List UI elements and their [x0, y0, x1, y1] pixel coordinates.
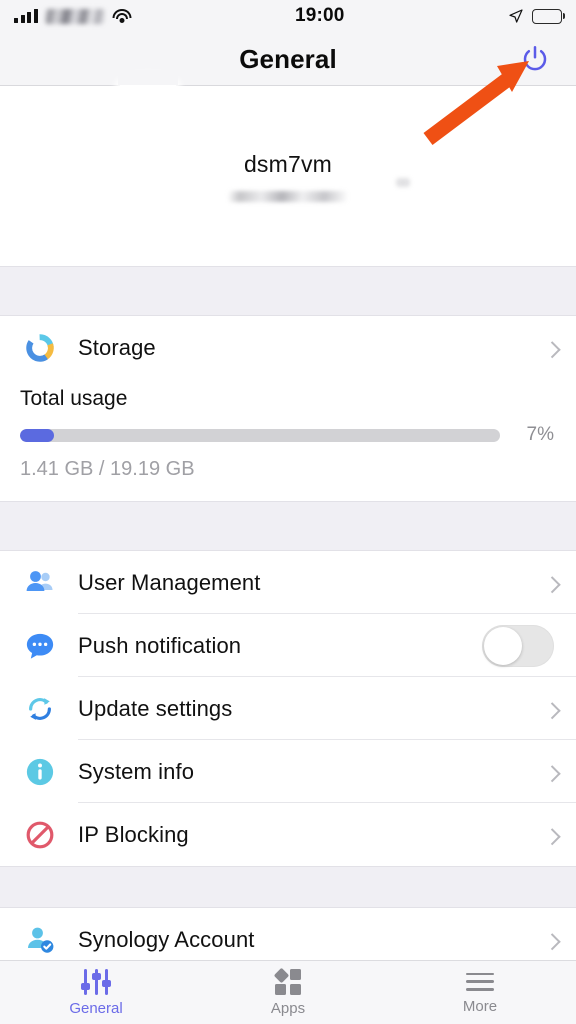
storage-label: Storage [78, 334, 156, 360]
donut-chart-icon [26, 333, 54, 362]
storage-donut-icon [20, 333, 60, 363]
usage-progress-fill [20, 428, 54, 442]
refresh-icon [20, 694, 60, 724]
info-circle-icon [26, 758, 54, 785]
list-item[interactable]: Push notification [0, 614, 576, 677]
section-gap-3 [0, 866, 576, 908]
list-item-label: Synology Account [78, 926, 255, 952]
location-arrow-icon [509, 9, 523, 23]
list-item-label: Update settings [78, 695, 233, 721]
tab-more[interactable]: More [384, 971, 576, 1015]
verified-user-icon [28, 927, 54, 953]
total-usage-label: Total usage [20, 387, 128, 410]
status-bar: 19:00 [0, 0, 576, 32]
chevron-right-icon [543, 764, 561, 782]
list-item[interactable]: User Management [0, 551, 576, 614]
chat-bubble-icon [20, 631, 60, 661]
power-button[interactable] [518, 42, 552, 76]
device-address-redacted-extra [396, 178, 410, 187]
sliders-icon [81, 968, 111, 995]
status-bar-left [14, 8, 132, 24]
carrier-name-redacted [44, 8, 105, 24]
storage-usage-block: Total usage 7% 1.41 GB / 19.19 GB [0, 379, 576, 501]
chevron-right-icon [543, 575, 561, 593]
chevron-right-icon [543, 932, 561, 950]
chevron-right-icon [543, 701, 561, 719]
toggle-knob [484, 626, 522, 665]
block-icon [26, 821, 54, 848]
app-screen: 19:00 General dsm7vm Storage Total usage… [0, 0, 576, 1024]
settings-scroll-view[interactable]: dsm7vm Storage Total usage 7% 1.41 GB / … [0, 86, 576, 971]
storage-row[interactable]: Storage [0, 316, 576, 379]
device-header: dsm7vm [0, 86, 576, 266]
list-item-label: User Management [78, 569, 261, 595]
list-item[interactable]: System info [0, 740, 576, 803]
list-item-body: System info [78, 740, 561, 803]
usage-percent: 7% [526, 424, 554, 445]
list-item-body: Update settings [78, 677, 561, 740]
usage-progress-track [20, 428, 500, 442]
block-icon [20, 820, 60, 850]
info-circle-icon [20, 757, 60, 787]
hamburger-icon [466, 971, 494, 993]
tab-general[interactable]: General [0, 968, 192, 1017]
settings-list-section: User Management Push notification Update s… [0, 551, 576, 866]
list-item-body: User Management [78, 551, 561, 614]
list-item-body: IP Blocking [78, 803, 561, 866]
section-gap-2 [0, 501, 576, 551]
list-item[interactable]: Update settings [0, 677, 576, 740]
users-icon [20, 567, 60, 599]
power-icon [523, 45, 547, 71]
list-item-label: System info [78, 758, 195, 784]
users-icon [26, 570, 53, 591]
refresh-icon [29, 697, 51, 720]
device-address-redacted [228, 190, 348, 202]
wifi-icon [112, 8, 132, 24]
chat-bubble-icon [26, 633, 54, 659]
storage-section: Storage Total usage 7% 1.41 GB / 19.19 G… [0, 316, 576, 501]
list-item-body: Push notification [78, 614, 554, 677]
tab-apps-label: Apps [270, 999, 306, 1017]
navigation-bar: General [0, 32, 576, 86]
chevron-right-icon [543, 827, 561, 845]
usage-bar-line: 7% [20, 424, 554, 446]
list-item-label: IP Blocking [78, 821, 189, 847]
verified-user-icon [20, 924, 60, 956]
section-gap-1 [0, 266, 576, 316]
page-title: General [239, 43, 337, 74]
tab-apps[interactable]: Apps [192, 967, 384, 1017]
usage-detail: 1.41 GB / 19.19 GB [20, 458, 195, 480]
cellular-signal-icon [14, 9, 38, 23]
battery-icon [532, 8, 562, 24]
status-bar-clock: 19:00 [294, 5, 345, 26]
status-bar-right [508, 8, 562, 24]
storage-row-body: Storage [78, 316, 561, 379]
apps-grid-icon [273, 967, 301, 995]
nav-notch-mask [118, 70, 178, 85]
toggle-switch[interactable] [482, 624, 554, 667]
tab-more-label: More [462, 997, 498, 1015]
list-item[interactable]: IP Blocking [0, 803, 576, 866]
tab-general-label: General [69, 999, 123, 1017]
tab-bar: General Apps More [0, 960, 576, 1024]
list-item-label: Push notification [78, 632, 242, 658]
chevron-right-icon [543, 340, 561, 358]
device-name: dsm7vm [243, 150, 333, 177]
